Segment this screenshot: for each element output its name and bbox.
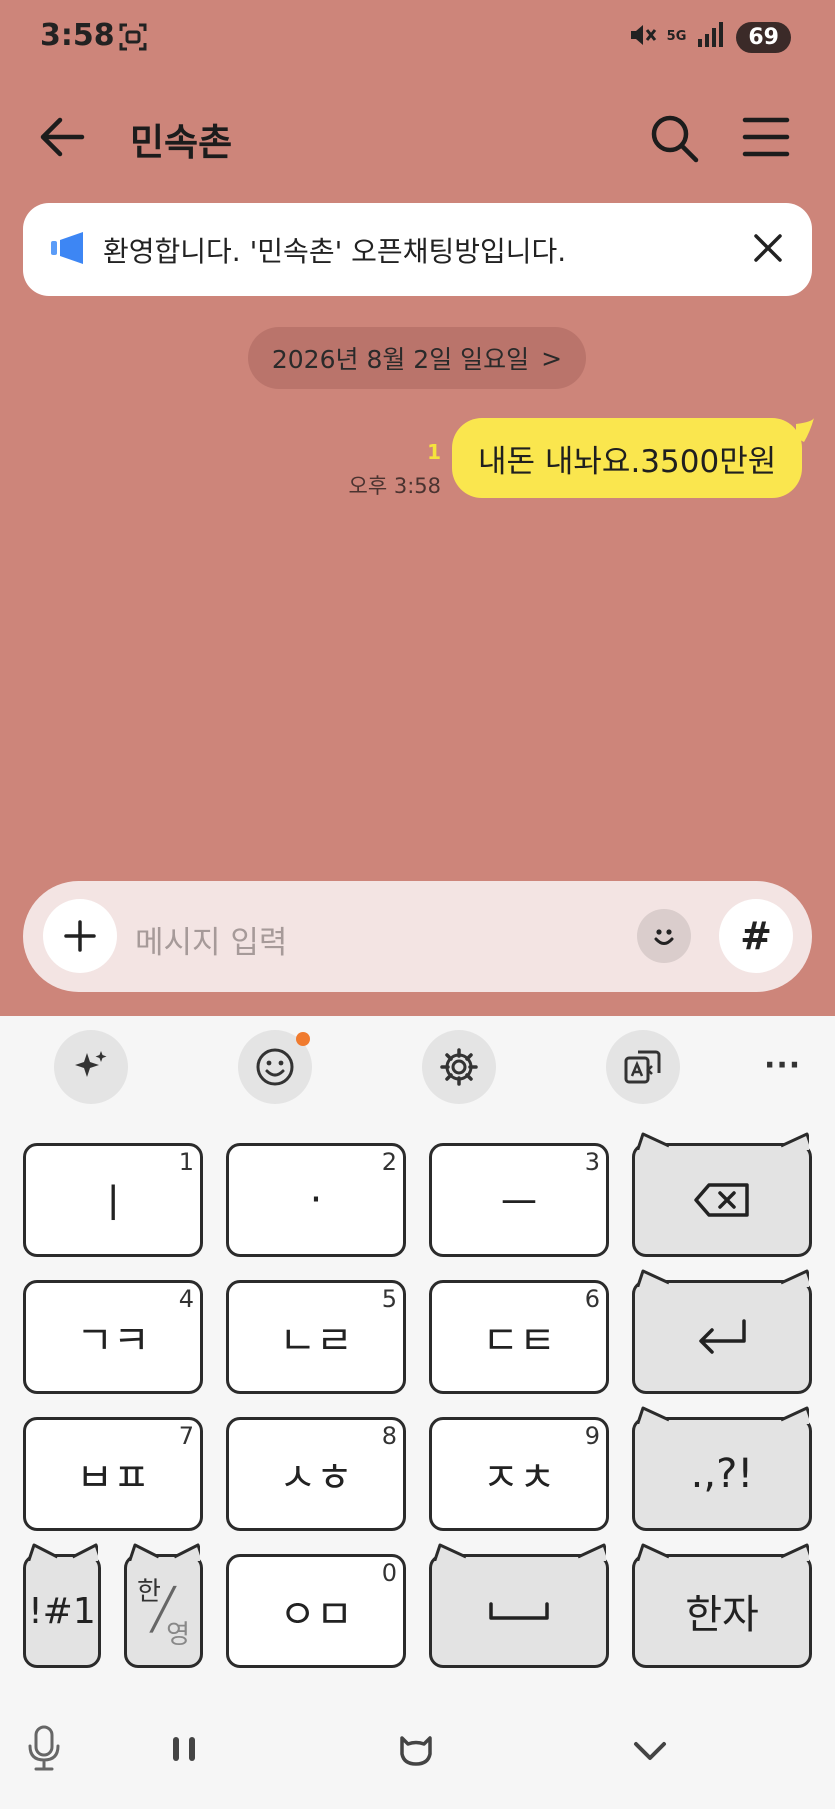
emoji-icon bbox=[256, 1048, 294, 1086]
notice-text: 환영합니다. '민속촌' 오픈채팅방입니다. bbox=[103, 234, 567, 268]
key-number: 5 bbox=[381, 1285, 397, 1313]
key-number: 6 bbox=[584, 1285, 600, 1313]
key-number: 2 bbox=[381, 1148, 397, 1176]
key-number: 0 bbox=[381, 1559, 397, 1587]
settings-button[interactable] bbox=[422, 1030, 496, 1104]
key-label: ㅣ bbox=[94, 1181, 132, 1227]
enter-key[interactable] bbox=[632, 1269, 812, 1394]
key-number: 7 bbox=[178, 1422, 194, 1450]
cat-icon[interactable] bbox=[398, 1734, 434, 1770]
key-8[interactable]: ㅅㅎ 8 bbox=[226, 1417, 406, 1531]
status-bar: 3:58 5G 69 bbox=[0, 0, 835, 78]
key-label: 한자 bbox=[685, 1592, 759, 1638]
message-time: 오후 3:58 bbox=[348, 474, 441, 498]
translate-button[interactable] bbox=[606, 1030, 680, 1104]
emoticon-button[interactable] bbox=[637, 909, 691, 963]
search-icon[interactable] bbox=[648, 112, 700, 168]
key-label: ㅂㅍ bbox=[76, 1455, 150, 1501]
key-label: ㅇㅁ bbox=[279, 1592, 353, 1638]
message-text: 내돈 내놔요.3500만원 bbox=[478, 443, 777, 480]
screen-record-icon bbox=[118, 22, 148, 56]
key-0[interactable]: ㅇㅁ 0 bbox=[226, 1554, 406, 1668]
status-time: 3:58 bbox=[40, 18, 115, 53]
unread-count: 1 bbox=[427, 440, 441, 464]
network-label: 5G bbox=[666, 29, 687, 44]
lang-toggle-key[interactable]: 한 ╱ 영 bbox=[124, 1543, 203, 1668]
notification-dot bbox=[296, 1032, 310, 1046]
key-ears bbox=[636, 1132, 809, 1150]
lang-english-label: 영 bbox=[166, 1620, 190, 1650]
key-4[interactable]: ㄱㅋ 4 bbox=[23, 1280, 203, 1394]
key-label: ㄴㄹ bbox=[279, 1318, 353, 1364]
key-5[interactable]: ㄴㄹ 5 bbox=[226, 1280, 406, 1394]
key-2[interactable]: · 2 bbox=[226, 1143, 406, 1257]
key-9[interactable]: ㅈㅊ 9 bbox=[429, 1417, 609, 1531]
key-number: 4 bbox=[178, 1285, 194, 1313]
date-divider[interactable]: 2026년 8월 2일 일요일 > bbox=[248, 327, 586, 389]
gear-icon bbox=[440, 1048, 478, 1086]
more-options-button[interactable]: ··· bbox=[764, 1048, 801, 1083]
megaphone-icon bbox=[49, 230, 89, 270]
space-icon bbox=[489, 1602, 549, 1620]
key-label: ㅡ bbox=[500, 1181, 538, 1227]
key-number: 8 bbox=[381, 1422, 397, 1450]
hanja-key[interactable]: 한자 bbox=[632, 1543, 812, 1668]
key-ears bbox=[128, 1543, 200, 1561]
bubble-tail bbox=[796, 418, 814, 442]
plus-icon bbox=[64, 920, 96, 952]
key-label: · bbox=[309, 1177, 323, 1223]
key-label: .,?! bbox=[690, 1451, 754, 1497]
key-number: 9 bbox=[584, 1422, 600, 1450]
key-1[interactable]: ㅣ 1 bbox=[23, 1143, 203, 1257]
smiley-icon bbox=[654, 929, 674, 945]
keyboard: ··· ㅣ 1 · 2 ㅡ 3 ㄱㅋ 4 ㄴㄹ 5 ㄷㅌ 6 ㅂㅍ 7 ㅅㅎ 8… bbox=[0, 1016, 835, 1809]
key-3[interactable]: ㅡ 3 bbox=[429, 1143, 609, 1257]
chat-header: 민속촌 bbox=[0, 92, 835, 182]
sparkle-icon bbox=[75, 1051, 107, 1077]
date-label: 2026년 8월 2일 일요일 bbox=[271, 345, 530, 374]
punctuation-key[interactable]: .,?! bbox=[632, 1406, 812, 1531]
microphone-icon[interactable] bbox=[26, 1724, 62, 1776]
backspace-key[interactable] bbox=[632, 1132, 812, 1257]
key-label: ㄷㅌ bbox=[482, 1318, 556, 1364]
key-label: ㅅㅎ bbox=[279, 1455, 353, 1501]
battery-badge: 69 bbox=[736, 21, 791, 53]
notice-banner[interactable]: 환영합니다. '민속촌' 오픈채팅방입니다. bbox=[23, 203, 812, 296]
key-label: ㄱㅋ bbox=[76, 1318, 150, 1364]
enter-icon bbox=[699, 1319, 746, 1354]
key-label: ㅈㅊ bbox=[482, 1455, 556, 1501]
key-6[interactable]: ㄷㅌ 6 bbox=[429, 1280, 609, 1394]
key-number: 3 bbox=[584, 1148, 600, 1176]
key-7[interactable]: ㅂㅍ 7 bbox=[23, 1417, 203, 1531]
key-ears bbox=[636, 1543, 809, 1561]
key-ears bbox=[27, 1543, 98, 1561]
message-input[interactable]: 메시지 입력 bbox=[135, 917, 287, 962]
key-ears bbox=[636, 1406, 809, 1424]
backspace-icon bbox=[694, 1183, 749, 1217]
back-arrow-icon[interactable] bbox=[38, 114, 86, 164]
symbols-key[interactable]: !#1 bbox=[23, 1543, 101, 1668]
translate-icon bbox=[624, 1050, 661, 1084]
ai-sparkle-button[interactable] bbox=[54, 1030, 128, 1104]
space-key[interactable] bbox=[429, 1543, 609, 1668]
key-ears bbox=[433, 1543, 606, 1561]
key-number: 1 bbox=[178, 1148, 194, 1176]
chevron-down-icon[interactable] bbox=[632, 1740, 668, 1768]
key-label: !#1 bbox=[28, 1590, 96, 1632]
mute-icon bbox=[627, 20, 657, 54]
message-bubble[interactable]: 내돈 내놔요.3500만원 bbox=[452, 418, 803, 498]
message-meta: 1 오후 3:58 bbox=[349, 440, 441, 500]
signal-icon bbox=[696, 21, 726, 53]
menu-icon[interactable] bbox=[742, 116, 790, 162]
hashtag-button[interactable]: # bbox=[719, 899, 793, 973]
page-title: 민속촌 bbox=[130, 121, 233, 164]
message-input-bar: 메시지 입력 # bbox=[23, 881, 812, 992]
chevron-right-icon: > bbox=[541, 343, 563, 373]
key-ears bbox=[636, 1269, 809, 1287]
add-attachment-button[interactable] bbox=[43, 899, 117, 973]
close-icon[interactable] bbox=[752, 232, 784, 268]
pause-icon[interactable] bbox=[170, 1734, 198, 1768]
